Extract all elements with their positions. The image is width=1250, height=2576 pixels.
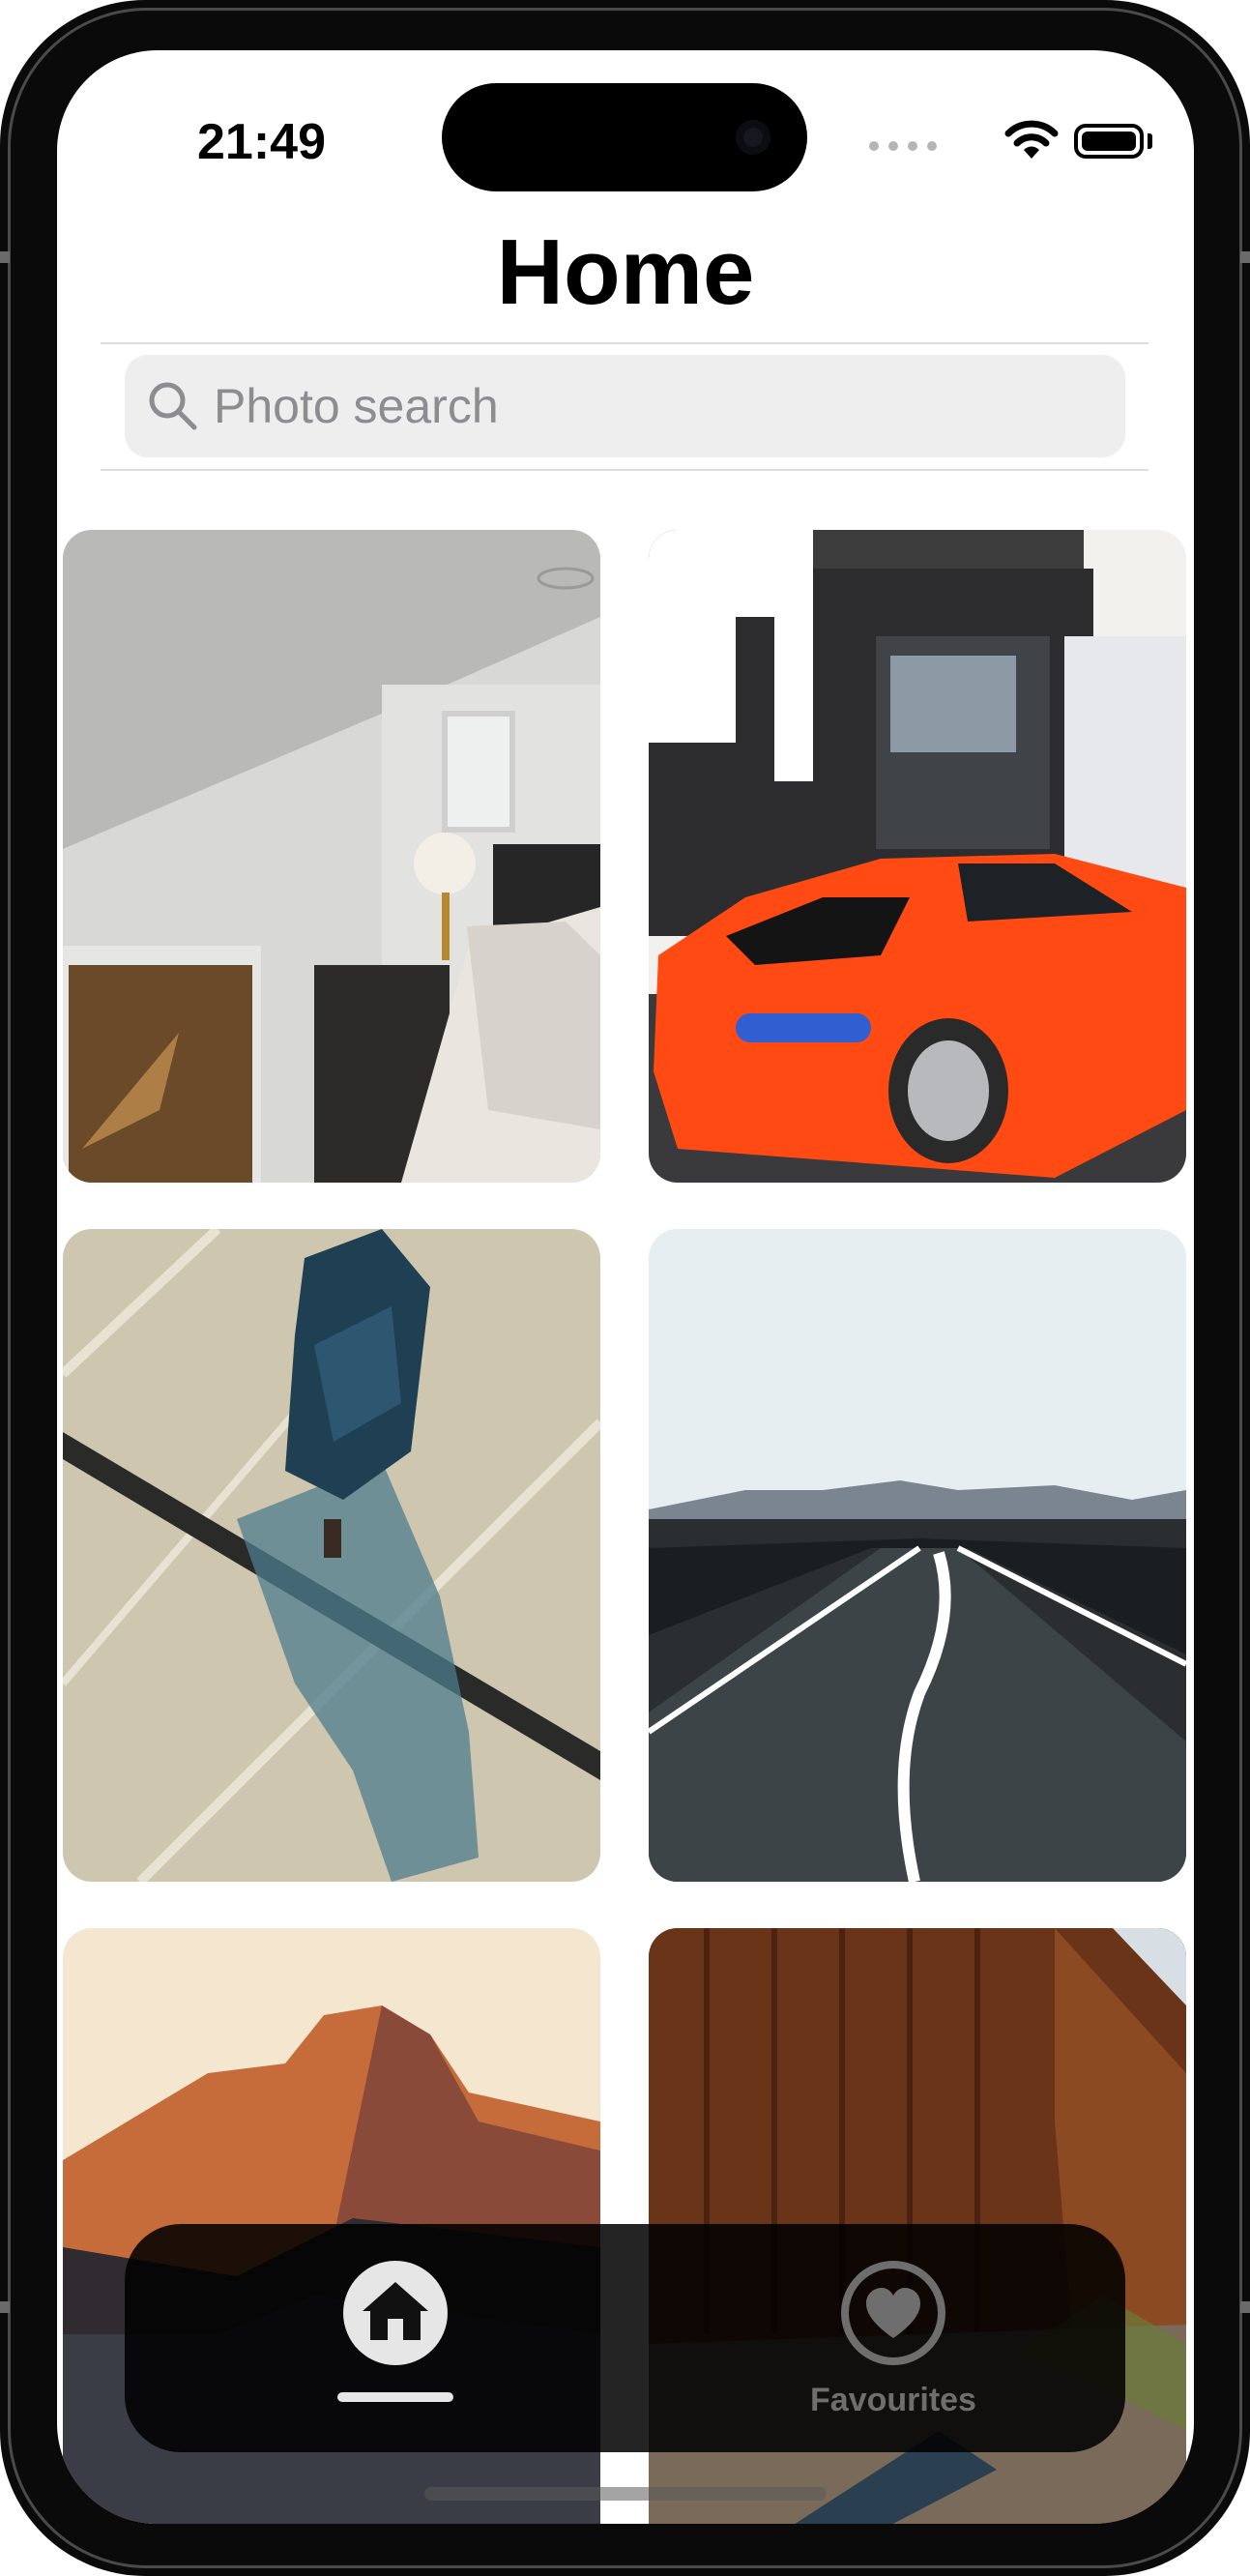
- house-icon: [343, 2261, 448, 2365]
- tab-selected-indicator: [337, 2392, 453, 2402]
- side-button: [1240, 251, 1250, 263]
- battery-icon: [1074, 124, 1144, 159]
- road-image: [649, 1229, 1186, 1882]
- tab-bar: Favourites: [125, 2224, 1125, 2452]
- photo-bedroom[interactable]: [63, 530, 600, 1183]
- dynamic-island: [442, 83, 807, 191]
- home-indicator[interactable]: [424, 2487, 827, 2501]
- aerial-car-image: [63, 1229, 600, 1882]
- heart-icon: [841, 2261, 945, 2365]
- battery-cap: [1148, 133, 1152, 149]
- signal-dots-icon: [869, 141, 937, 151]
- wifi-icon: [1004, 120, 1059, 159]
- search-icon: [149, 382, 197, 430]
- side-button: [1240, 2301, 1250, 2313]
- side-button: [0, 2301, 10, 2313]
- sports-car-image: [649, 530, 1186, 1183]
- front-camera-icon: [736, 120, 770, 155]
- bedroom-image: [63, 530, 600, 1183]
- search-input[interactable]: [214, 355, 1084, 457]
- photo-aerial-car[interactable]: [63, 1229, 600, 1882]
- phone-screen: 21:49 Home Photo search Favourites: [57, 50, 1194, 2524]
- header-divider-bottom: [101, 469, 1148, 471]
- status-indicators: [869, 112, 1159, 180]
- tab-favourites-label: Favourites: [810, 2382, 976, 2418]
- header-divider-top: [101, 342, 1148, 344]
- page-title: Home: [496, 220, 755, 324]
- status-time: 21:49: [197, 114, 326, 170]
- side-button: [0, 251, 10, 263]
- device-frame: 21:49 Home Photo search Favourites: [0, 0, 1250, 2576]
- photo-orange-sports-car[interactable]: [649, 530, 1186, 1183]
- tab-favourites[interactable]: Favourites: [768, 2224, 1019, 2452]
- search-bar[interactable]: [125, 355, 1125, 457]
- tab-home[interactable]: [270, 2224, 521, 2452]
- photo-desert-road[interactable]: [649, 1229, 1186, 1882]
